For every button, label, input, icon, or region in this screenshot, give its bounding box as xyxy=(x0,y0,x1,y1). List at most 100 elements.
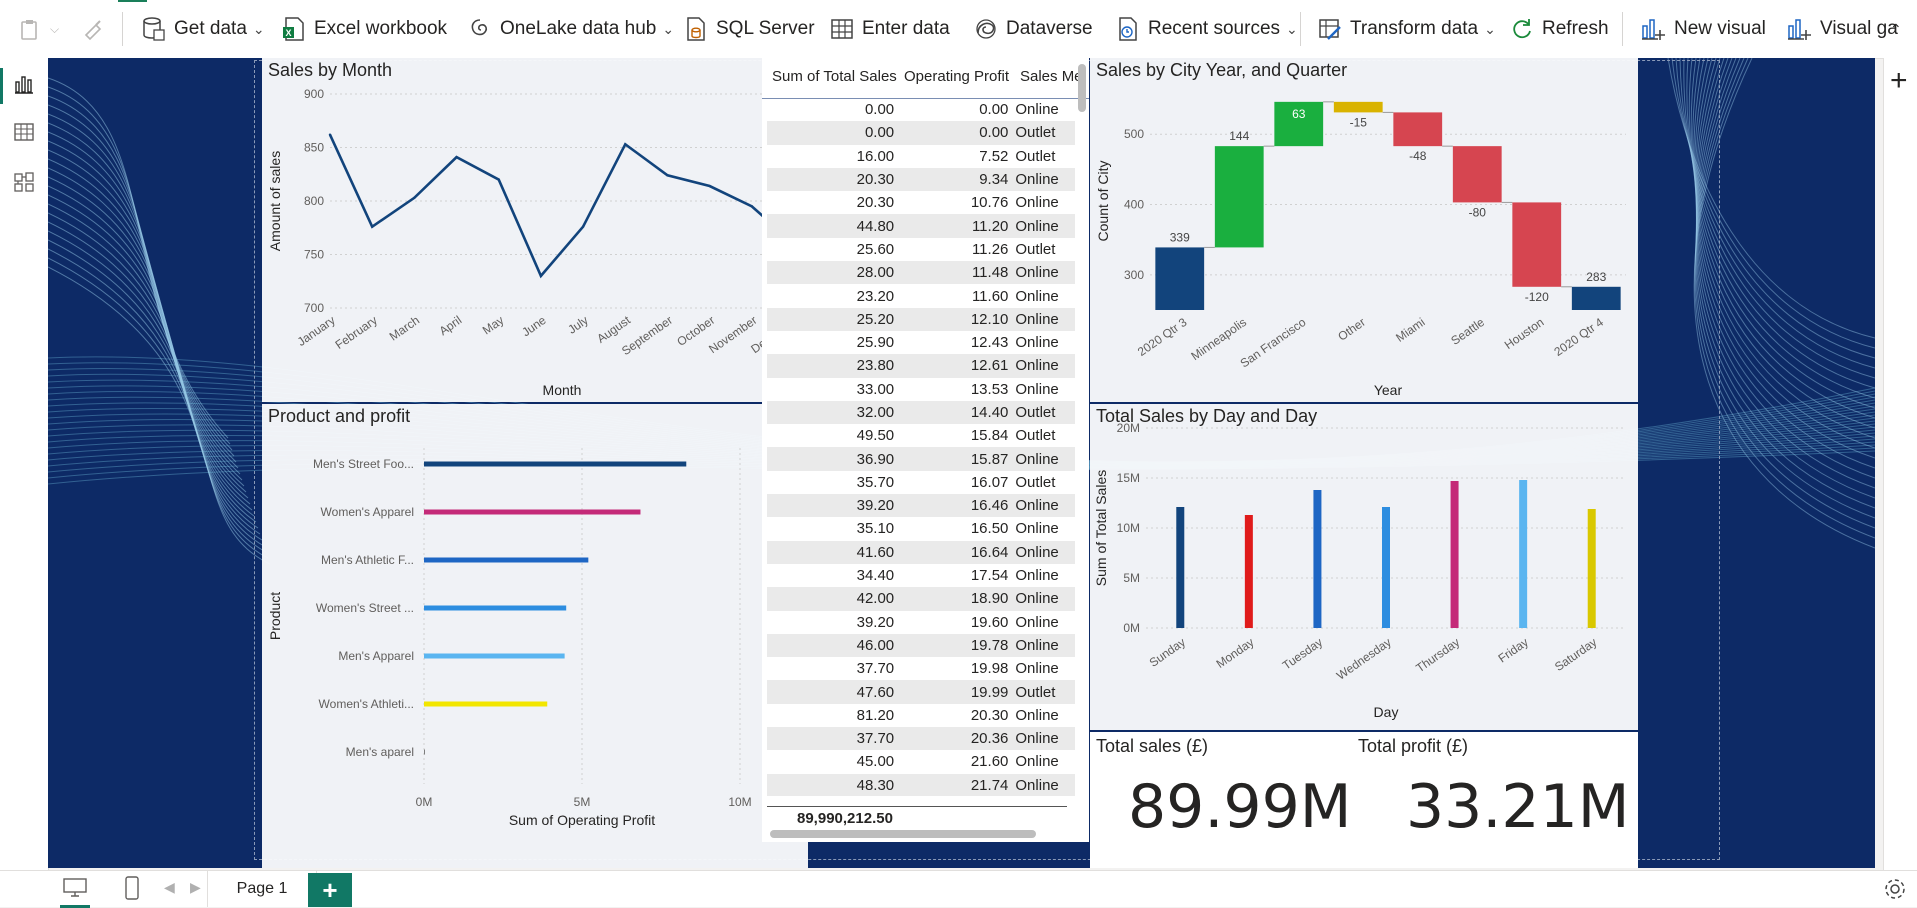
table-row[interactable]: 20.30 10.76 Online xyxy=(767,191,1075,214)
page-tab[interactable]: Page 1 xyxy=(207,871,317,907)
table-row[interactable]: 49.50 15.84 Outlet xyxy=(767,424,1075,447)
table-row[interactable]: 37.70 20.36 Online xyxy=(767,727,1075,751)
model-view-button[interactable] xyxy=(10,168,38,196)
table-row[interactable]: 44.80 11.20 Online xyxy=(767,214,1075,238)
sql-server-label: SQL Server xyxy=(716,18,815,39)
table-row[interactable]: 39.20 16.46 Online xyxy=(767,494,1075,518)
column-header-operating-profit[interactable]: Operating Profit xyxy=(904,68,1009,85)
transform-data-button[interactable]: Transform data ⌄ xyxy=(1318,0,1496,58)
table-cell: 81.20 xyxy=(856,706,895,724)
table-row[interactable]: 35.70 16.07 Outlet xyxy=(767,471,1075,494)
sales-by-day-visual[interactable]: Total Sales by Day and Day 20M 15M 10M 5M 0M… xyxy=(1090,404,1638,730)
table-cell: 15.87 xyxy=(970,450,1009,468)
table-view-button[interactable] xyxy=(10,118,38,146)
onelake-data-hub-button[interactable]: OneLake data hub ⌄ xyxy=(468,0,674,58)
total-sales-card[interactable]: Total sales (£) 89.99M xyxy=(1090,732,1352,868)
paste-button[interactable]: ⌵ xyxy=(18,0,59,58)
y-tick-label: 15M xyxy=(1117,471,1140,485)
waterfall-bar xyxy=(1333,101,1383,113)
table-row[interactable]: 41.60 16.64 Online xyxy=(767,540,1075,564)
table-row[interactable]: 20.30 9.34 Online xyxy=(767,167,1075,192)
table-row[interactable]: 42.00 18.90 Online xyxy=(767,587,1075,611)
table-row[interactable]: 39.20 19.60 Online xyxy=(767,611,1075,634)
table-horizontal-scrollbar[interactable] xyxy=(770,830,1036,838)
table-row[interactable]: 48.30 21.74 Online xyxy=(767,773,1075,796)
format-painter-button[interactable] xyxy=(82,0,114,58)
table-view-icon xyxy=(14,123,34,141)
table-row[interactable]: 23.20 11.60 Online xyxy=(767,284,1075,307)
table-row[interactable]: 25.20 12.10 Online xyxy=(767,307,1075,331)
visual-title: Total Sales by Day and Day xyxy=(1096,406,1318,426)
table-row[interactable]: 16.00 7.52 Outlet xyxy=(767,145,1075,168)
data-label: 63 xyxy=(1292,107,1306,121)
sales-table-visual[interactable]: Sum of Total Sales Operating Profit Sale… xyxy=(762,58,1089,842)
recent-sources-button[interactable]: Recent sources ⌄ xyxy=(1116,0,1298,58)
y-tick-label: Men's Street Foo... xyxy=(313,457,414,471)
table-row[interactable]: 45.00 21.60 Online xyxy=(767,750,1075,773)
add-pane-icon[interactable]: + xyxy=(1890,64,1908,98)
enter-data-button[interactable]: Enter data xyxy=(830,0,950,58)
y-tick-label: Women's Athleti... xyxy=(319,697,414,711)
table-row[interactable]: 0.00 0.00 Online xyxy=(767,98,1075,121)
table-cell: Online xyxy=(1015,450,1059,468)
table-total-row: 89,990,212.50 xyxy=(767,806,1067,829)
x-tick-label: Thursday xyxy=(1413,635,1462,675)
x-tick-label: April xyxy=(437,313,465,338)
total-profit-card[interactable]: Total profit (£) 33.21M xyxy=(1352,732,1638,868)
table-row[interactable]: 32.00 14.40 Outlet xyxy=(767,400,1075,425)
sales-by-month-visual[interactable]: Sales by Month 900 850 800 750 700 January Feb… xyxy=(262,58,808,402)
enter-data-label: Enter data xyxy=(862,18,950,39)
y-axis-title: Sum of Total Sales xyxy=(1093,470,1109,586)
table-row[interactable]: 35.10 16.50 Online xyxy=(767,517,1075,540)
desktop-layout-button[interactable] xyxy=(60,877,90,908)
excel-workbook-button[interactable]: X Excel workbook xyxy=(282,0,447,58)
refresh-button[interactable]: Refresh xyxy=(1510,0,1609,58)
table-cell: 16.07 xyxy=(970,473,1009,491)
table-grid-icon xyxy=(831,19,853,39)
settings-button[interactable] xyxy=(1882,876,1908,907)
table-cell: Online xyxy=(1015,287,1059,305)
mobile-layout-button[interactable] xyxy=(124,875,140,906)
table-cell: 39.20 xyxy=(856,497,895,515)
sql-server-button[interactable]: SQL Server xyxy=(684,0,815,58)
table-cell: Online xyxy=(1015,706,1059,724)
new-visual-button[interactable]: New visual xyxy=(1640,0,1766,58)
table-row[interactable]: 36.90 15.87 Online xyxy=(767,447,1075,471)
table-row[interactable]: 34.40 17.54 Online xyxy=(767,564,1075,587)
table-row[interactable]: 25.90 12.43 Online xyxy=(767,331,1075,354)
waterfall-bar xyxy=(1571,286,1621,310)
table-row[interactable]: 46.00 19.78 Online xyxy=(767,633,1075,658)
report-view-button[interactable] xyxy=(10,70,38,98)
table-cell: Online xyxy=(1015,613,1059,631)
table-row[interactable]: 47.60 19.99 Outlet xyxy=(767,680,1075,704)
table-row[interactable]: 25.60 11.26 Outlet xyxy=(767,238,1075,261)
ribbon-toolbar: ⌵ Get data ⌄ X Excel workbook OneLake dat… xyxy=(0,0,1917,59)
get-data-button[interactable]: Get data ⌄ xyxy=(142,0,265,58)
table-vertical-scrollbar[interactable] xyxy=(1078,64,1086,112)
previous-page-icon[interactable]: ◀ xyxy=(164,879,175,896)
table-cell: Online xyxy=(1015,753,1059,771)
table-row[interactable]: 81.20 20.30 Online xyxy=(767,704,1075,727)
column-header-sales-method[interactable]: Sales Me xyxy=(1020,68,1083,85)
table-row[interactable]: 33.00 13.53 Online xyxy=(767,378,1075,401)
x-axis-title: Month xyxy=(543,382,582,398)
table-cell: 20.30 xyxy=(856,194,895,212)
sales-by-city-visual[interactable]: Sales by City Year, and Quarter 500 400 30… xyxy=(1090,58,1638,402)
add-page-button[interactable]: + xyxy=(308,873,352,907)
column-header-total-sales[interactable]: Sum of Total Sales xyxy=(772,68,897,85)
visual-gallery-button[interactable]: Visual ga xyxy=(1786,0,1898,58)
table-row[interactable]: 28.00 11.48 Online xyxy=(767,261,1075,285)
bar xyxy=(1450,481,1459,628)
table-row[interactable]: 37.70 19.98 Online xyxy=(767,657,1075,680)
ribbon-collapse-button[interactable]: ⌃ xyxy=(1890,0,1902,58)
table-cell: Online xyxy=(1015,497,1059,515)
product-profit-visual[interactable]: Product and profit 0M 5M 10M Men's Street F… xyxy=(262,404,808,868)
next-page-icon[interactable]: ▶ xyxy=(190,879,201,896)
table-row[interactable]: 0.00 0.00 Outlet xyxy=(767,121,1075,145)
dataverse-button[interactable]: Dataverse xyxy=(974,0,1093,58)
total-sales-card-label: Total sales (£) xyxy=(1096,736,1209,756)
table-cell: Outlet xyxy=(1015,147,1056,165)
table-cell: 0.00 xyxy=(864,124,895,142)
table-row[interactable]: 23.80 12.61 Online xyxy=(767,354,1075,378)
x-tick-label: 5M xyxy=(574,795,591,809)
